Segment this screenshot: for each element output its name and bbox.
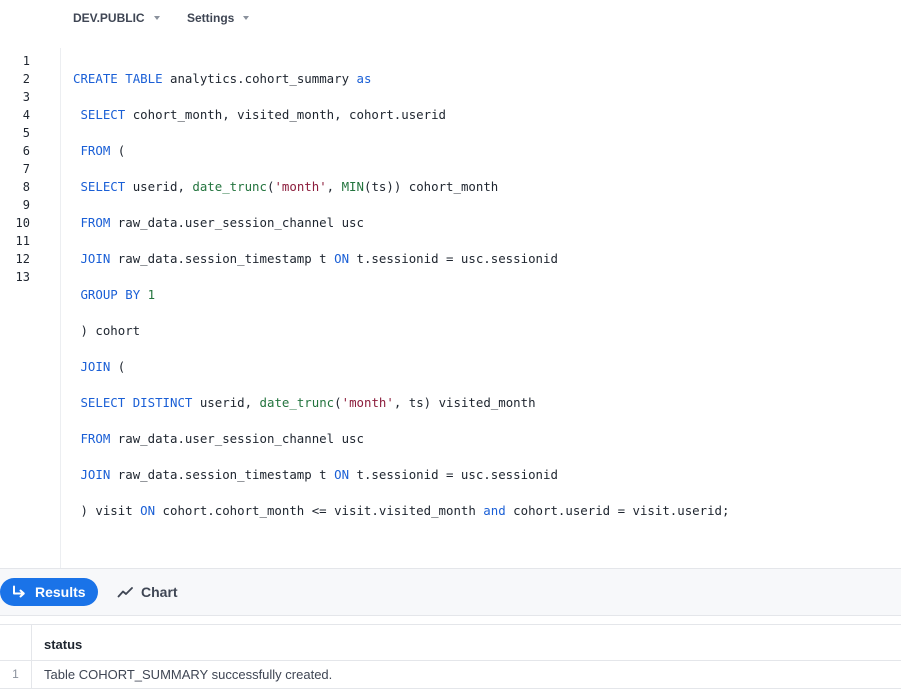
code-line: ) cohort xyxy=(73,323,141,338)
line-chart-icon xyxy=(117,587,133,598)
row-index: 1 xyxy=(0,660,32,688)
line-number: 8 xyxy=(22,180,30,194)
code-line: FROM raw_data.user_session_channel usc xyxy=(80,431,364,446)
return-arrow-icon xyxy=(13,585,25,598)
line-number: 12 xyxy=(15,252,30,266)
line-number: 7 xyxy=(22,162,30,176)
column-header-status[interactable]: status xyxy=(44,637,82,652)
settings-dropdown[interactable]: Settings xyxy=(187,11,250,25)
table-row[interactable]: 1 Table COHORT_SUMMARY successfully crea… xyxy=(0,660,901,689)
code-line: JOIN raw_data.session_timestamp t ON t.s… xyxy=(80,251,558,266)
sql-code[interactable]: CREATE TABLE analytics.cohort_summary as… xyxy=(73,52,729,556)
settings-label: Settings xyxy=(187,11,235,25)
code-line: CREATE TABLE analytics.cohort_summary as xyxy=(73,71,372,86)
code-line: JOIN raw_data.session_timestamp t ON t.s… xyxy=(80,467,558,482)
line-number-gutter: 1 2 3 4 5 6 7 8 9 10 11 12 13 xyxy=(0,48,61,568)
results-tab-label: Results xyxy=(35,584,86,600)
code-line: FROM ( xyxy=(80,143,126,158)
database-schema-label: DEV.PUBLIC xyxy=(73,11,145,25)
divider xyxy=(0,615,901,616)
code-line: ) visit ON cohort.cohort_month <= visit.… xyxy=(73,503,730,518)
code-line: SELECT DISTINCT userid, date_trunc('mont… xyxy=(80,395,536,410)
status-cell[interactable]: Table COHORT_SUMMARY successfully create… xyxy=(44,667,332,682)
code-line: SELECT userid, date_trunc('month', MIN(t… xyxy=(80,179,499,194)
code-line: SELECT cohort_month, visited_month, coho… xyxy=(80,107,447,122)
line-number: 11 xyxy=(15,234,30,248)
chart-tab-label: Chart xyxy=(141,584,178,600)
line-number: 3 xyxy=(22,90,30,104)
results-tab-button[interactable]: Results xyxy=(0,578,98,606)
line-number: 9 xyxy=(22,198,30,212)
sql-editor[interactable]: 1 2 3 4 5 6 7 8 9 10 11 12 13 CREATE TAB… xyxy=(0,48,901,568)
table-header: status xyxy=(0,624,901,661)
code-line: JOIN ( xyxy=(80,359,126,374)
code-line: FROM raw_data.user_session_channel usc xyxy=(80,215,364,230)
line-number: 1 xyxy=(22,54,30,68)
results-toolbar: Results Chart xyxy=(0,569,901,615)
chevron-down-icon xyxy=(153,16,160,20)
line-number: 13 xyxy=(15,270,30,284)
row-index-header xyxy=(0,625,32,660)
line-number: 10 xyxy=(15,216,30,230)
database-schema-selector[interactable]: DEV.PUBLIC xyxy=(73,11,160,25)
chevron-down-icon xyxy=(243,16,250,20)
line-number: 2 xyxy=(22,72,30,86)
line-number: 5 xyxy=(22,126,30,140)
code-line: GROUP BY 1 xyxy=(80,287,156,302)
line-number: 6 xyxy=(22,144,30,158)
line-number: 4 xyxy=(22,108,30,122)
worksheet-context-bar: DEV.PUBLIC Settings xyxy=(0,0,901,36)
